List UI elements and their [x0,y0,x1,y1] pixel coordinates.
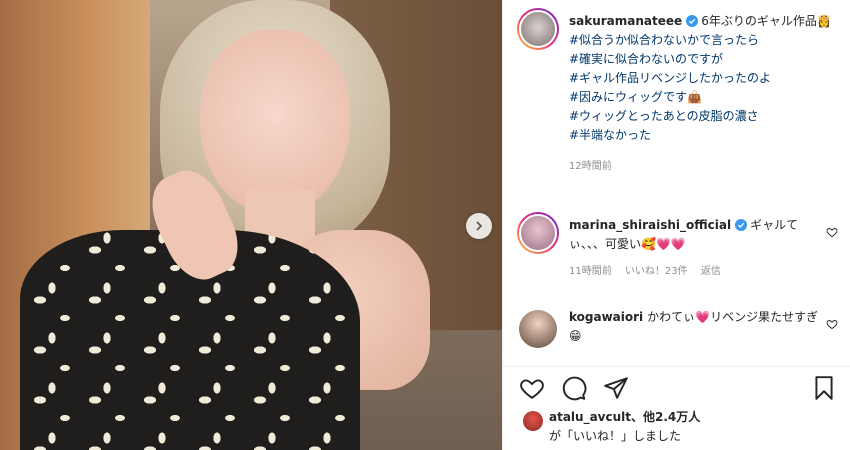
caption-first-line: 6年ぶりのギャル作品 [701,14,817,28]
comment-1: marina_shiraishi_official ギャルてぃ、、、可愛い🥰💗💗 … [569,216,819,281]
comment-1-time[interactable]: 11時間前 [569,266,612,277]
chevron-right-icon [476,221,483,231]
author-avatar[interactable] [517,8,559,50]
post-panel: sakuramanateee 6年ぶりのギャル作品👸 #似合うか似合わないかで言っ… [502,0,850,450]
hashtag-2[interactable]: #確実に似合わないのですが [569,52,723,66]
caption-emoji: 👸 [816,14,832,28]
post-time[interactable]: 12時間前 [569,157,839,176]
liker-avatar[interactable] [523,411,543,431]
likes-suffix: が「いいね！」しました [549,429,682,443]
hashtag-4[interactable]: #因みにウィッグです [569,90,687,104]
verified-icon [735,219,748,231]
wig-emoji: 👜 [687,90,703,104]
share-icon[interactable] [603,375,629,401]
like-heart-icon[interactable] [519,375,545,401]
commenter-username-1[interactable]: marina_shiraishi_official [569,218,731,232]
verified-icon [686,15,699,27]
comment-2-text-a: かわてぃ [647,310,696,324]
comment-icon[interactable] [561,375,587,401]
comment-1-likes[interactable]: いいね！23件 [625,266,688,277]
next-photo-button[interactable] [466,213,492,239]
hashtag-3[interactable]: #ギャル作品リベンジしたかったのよ [569,71,771,85]
comment-2-text-b: リベンジ果たせすぎ [710,310,819,324]
post-caption: sakuramanateee 6年ぶりのギャル作品👸 #似合うか似合わないかで言っ… [569,12,839,176]
action-bar [503,366,850,406]
heart-icon[interactable] [826,226,838,238]
likes-others-count[interactable]: 、他2.4万人 [631,410,700,424]
comment-1-reply-button[interactable]: 返信 [701,266,721,277]
hashtag-5[interactable]: #ウィッグとったあとの皮脂の濃さ [569,109,759,123]
hashtag-1[interactable]: #似合うか似合わないかで言ったら [569,33,759,47]
photo-face [200,30,350,215]
likes-summary: atalu_avcult、他2.4万人 が「いいね！」しました [523,408,700,446]
commenter-avatar-2[interactable] [519,310,557,348]
comment-1-emojis: 🥰💗💗 [641,237,686,251]
heart-icon[interactable] [826,318,838,330]
bookmark-icon[interactable] [811,375,837,401]
commenter-avatar-1[interactable] [517,212,559,254]
comment-2-emoji-b: 😁 [569,329,582,343]
comment-2: kogawaiori かわてぃ💗リベンジ果たせすぎ 😁 [569,308,819,346]
author-username[interactable]: sakuramanateee [569,14,682,28]
liker-username[interactable]: atalu_avcult [549,410,631,424]
comment-2-emoji-a: 💗 [695,310,711,324]
commenter-username-2[interactable]: kogawaiori [569,310,643,324]
hashtag-6[interactable]: #半端なかった [569,128,651,142]
post-photo[interactable] [0,0,502,450]
